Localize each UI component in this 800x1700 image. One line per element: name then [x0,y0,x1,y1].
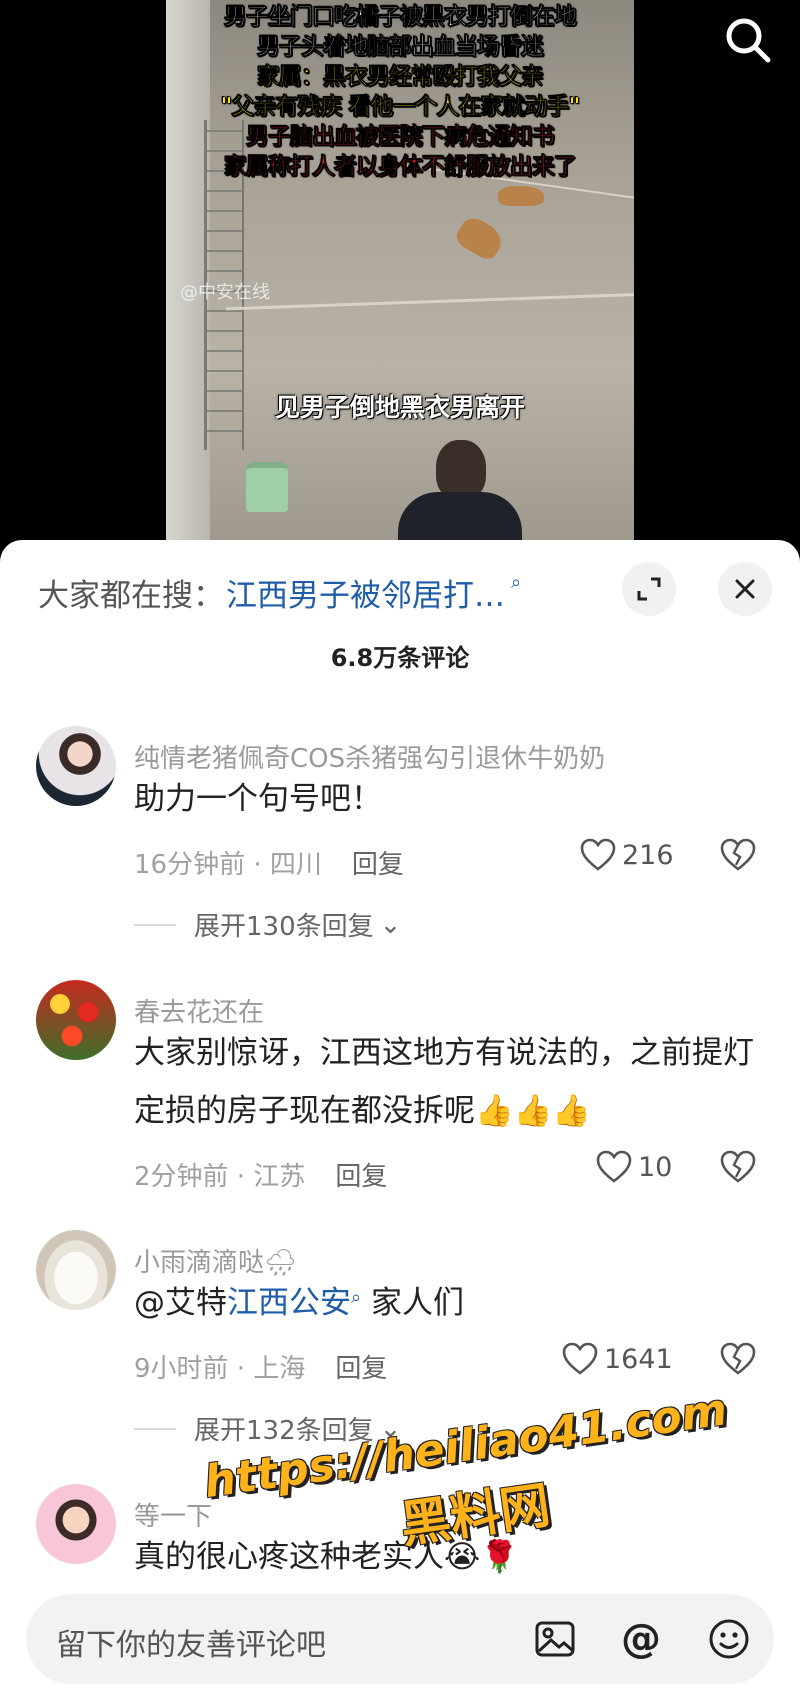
comment-time: 9小时前 · 上海 [134,1354,306,1384]
expand-replies[interactable]: 展开130条回复 ⌄ [134,906,401,943]
search-small-icon: ⌕ [511,571,522,593]
comment-count: 6.8万条评论 [330,644,470,672]
comment-time: 2分钟前 · 江苏 [134,1162,306,1192]
reply-button[interactable]: 回复 [352,850,404,880]
search-small-icon: ⌕ [351,1287,362,1308]
avatar[interactable] [36,1230,116,1310]
caption-line: 家属称打人者以身体不舒服放出来了 [224,154,578,181]
search-icon[interactable] [722,14,774,66]
video-caption: 男子坐门口吃橘子被黑衣男打倒在地 男子头着地脑部出血当场昏迷 家属：黑衣男经常殴… [166,2,634,182]
caption-line: "父亲有残疾 看他一个人在家就动手" [220,94,581,121]
image-icon[interactable] [530,1614,580,1664]
comment-text: 大家别惊讶，江西这地方有说法的，之前提灯定损的房子现在都没拆呢👍👍👍 [134,1035,754,1129]
caption-line: 男子坐门口吃橘子被黑衣男打倒在地 [224,4,578,31]
caption-line: 男子脑出血被医院下病危通知书 [246,124,556,151]
expand-panel-button[interactable] [622,562,676,616]
at-icon[interactable]: @ [616,1614,666,1664]
expand-replies-label: 展开130条回复 [194,912,374,942]
like-count: 216 [622,839,674,871]
like-button[interactable]: 216 [580,838,674,872]
video-bucket [246,462,288,512]
video-source-watermark: @中安在线 [180,282,270,303]
like-button[interactable]: 10 [596,1150,672,1184]
comment-text-suffix: 家人们 [361,1285,464,1321]
heart-icon [562,1342,598,1375]
video-player[interactable]: @中安在线 男子坐门口吃橘子被黑衣男打倒在地 男子头着地脑部出血当场昏迷 家属：… [0,0,800,560]
avatar[interactable] [36,980,116,1060]
avatar[interactable] [36,1484,116,1564]
comment-text: 助力一个句号吧！ [134,781,382,817]
caption-line: 男子头着地脑部出血当场昏迷 [257,34,545,61]
video-subtitle: 见男子倒地黑衣男离开 [274,393,525,422]
comment-input-placeholder: 留下你的友善评论吧 [56,1628,326,1663]
broken-heart-icon [720,838,756,871]
hot-search: 大家都在搜： 江西男子被邻居打… ⌕ [38,570,521,614]
mention-link[interactable]: 江西公安 [227,1285,351,1321]
hot-search-prefix: 大家都在搜： [38,577,224,614]
video-dog [452,213,508,263]
comment-text: @艾特江西公安⌕ 家人们 [134,1274,754,1337]
comment-time: 16分钟前 · 四川 [134,850,322,880]
emoji-icon[interactable] [704,1614,754,1664]
broken-heart-icon [720,1342,756,1375]
caption-line: 家属：黑衣男经常殴打我父亲 [257,64,545,91]
avatar[interactable] [36,726,116,806]
like-count: 1641 [604,1343,673,1375]
like-button[interactable]: 1641 [562,1342,673,1376]
comment-meta: 2分钟前 · 江苏 回复 [134,1156,387,1193]
dislike-button[interactable] [720,1150,756,1188]
close-icon [735,579,755,599]
video-dog [498,186,544,206]
reply-button[interactable]: 回复 [335,1162,387,1192]
comment-meta: 16分钟前 · 四川 回复 [134,844,404,881]
reply-button[interactable]: 回复 [335,1354,387,1384]
dislike-button[interactable] [720,838,756,876]
expand-icon [637,577,661,601]
hot-search-link[interactable]: 江西男子被邻居打… [226,570,505,615]
close-panel-button[interactable] [718,562,772,616]
heart-icon [596,1150,632,1183]
broken-heart-icon [720,1150,756,1183]
video-road-line [226,292,634,311]
comment-text-prefix: @艾特 [134,1285,227,1321]
heart-icon [580,838,616,871]
comment-meta: 9小时前 · 上海 回复 [134,1348,387,1385]
chevron-down-icon: ⌄ [379,909,402,940]
like-count: 10 [638,1151,673,1183]
dislike-button[interactable] [720,1342,756,1380]
comment-input[interactable]: 留下你的友善评论吧 @ [26,1594,774,1684]
